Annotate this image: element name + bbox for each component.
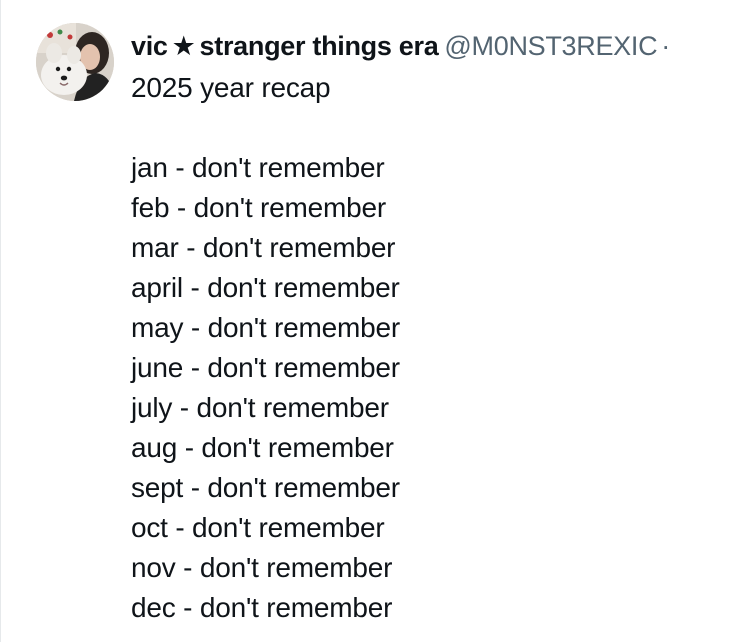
display-name-prefix: vic	[131, 31, 168, 61]
star-icon: ★	[171, 31, 196, 61]
month-line: oct - don't remember	[131, 512, 385, 543]
month-line: mar - don't remember	[131, 232, 396, 263]
month-line: may - don't remember	[131, 312, 400, 343]
month-line: jan - don't remember	[131, 152, 385, 183]
tweet-card[interactable]: vic ★ stranger things era @M0NST3REXIC · 202…	[0, 0, 754, 642]
user-handle[interactable]: @M0NST3REXIC	[444, 31, 657, 61]
month-line: june - don't remember	[131, 352, 400, 383]
tweet-text: 2025 year recap jan - don't remember feb…	[131, 68, 741, 628]
month-line: dec - don't remember	[131, 592, 393, 623]
profile-photo-avatar-icon	[36, 23, 114, 101]
month-line: april - don't remember	[131, 272, 400, 303]
avatar[interactable]	[36, 23, 114, 101]
display-name-suffix: stranger things era	[199, 31, 439, 61]
tweet-header: vic ★ stranger things era @M0NST3REXIC ·	[131, 26, 754, 66]
month-line: july - don't remember	[131, 392, 389, 423]
display-name[interactable]: vic ★ stranger things era	[131, 31, 439, 61]
month-line: sept - don't remember	[131, 472, 400, 503]
tweet-first-line: 2025 year recap	[131, 72, 331, 103]
separator-dot: ·	[661, 31, 670, 61]
month-line: feb - don't remember	[131, 192, 387, 223]
month-line: aug - don't remember	[131, 432, 394, 463]
month-line: nov - don't remember	[131, 552, 393, 583]
